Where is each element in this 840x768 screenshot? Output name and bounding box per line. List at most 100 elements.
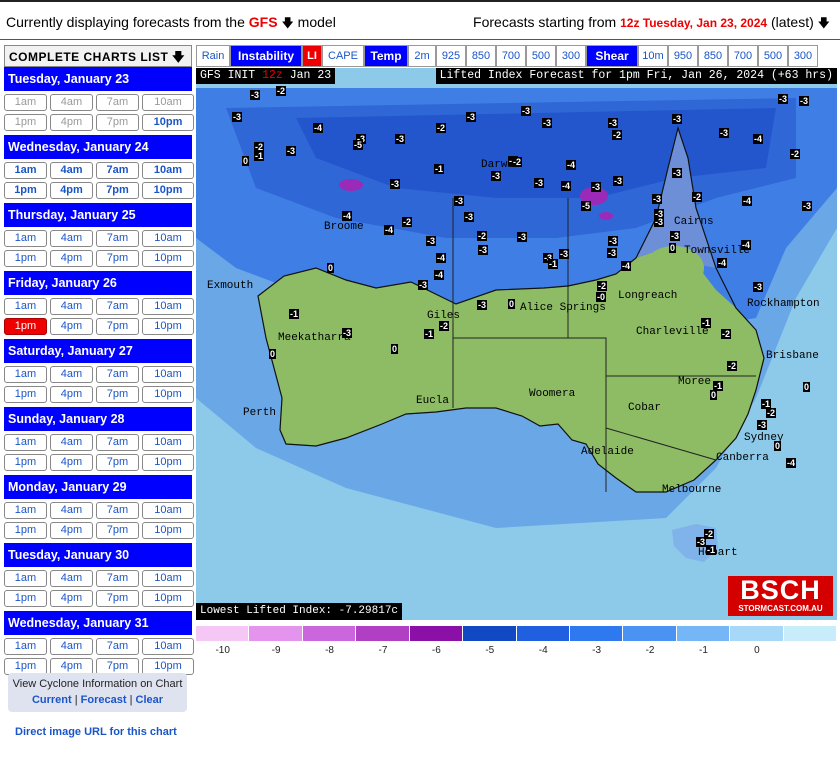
time-slot-button[interactable]: 4pm — [50, 250, 93, 267]
time-slot-button[interactable]: 7pm — [96, 250, 139, 267]
time-slot-button[interactable]: 7am — [96, 366, 139, 383]
time-slot-button[interactable]: 7pm — [96, 590, 139, 607]
time-slot-button[interactable]: 1pm — [4, 522, 47, 539]
tab-2m[interactable]: 2m — [408, 45, 436, 67]
time-slot-button[interactable]: 10pm — [142, 114, 194, 131]
time-slot-button[interactable]: 10pm — [142, 386, 194, 403]
cyclone-clear-link[interactable]: Clear — [136, 694, 164, 706]
time-slot-button[interactable]: 4am — [50, 298, 93, 315]
time-slot-button[interactable]: 10am — [142, 502, 194, 519]
time-slot-button[interactable]: 4am — [50, 434, 93, 451]
tab-925[interactable]: 925 — [436, 45, 466, 67]
tab-700[interactable]: 700 — [728, 45, 758, 67]
tab-700[interactable]: 700 — [496, 45, 526, 67]
time-slot-button[interactable]: 4am — [50, 570, 93, 587]
time-slot-button[interactable]: 10pm — [142, 590, 194, 607]
time-slot-button[interactable]: 4am — [50, 230, 93, 247]
tab-cape[interactable]: CAPE — [322, 45, 364, 67]
time-slot-button[interactable]: 7am — [96, 502, 139, 519]
time-slot-button[interactable]: 10pm — [142, 454, 194, 471]
time-slot-button[interactable]: 1pm — [4, 454, 47, 471]
time-slot-button[interactable]: 10am — [142, 570, 194, 587]
time-slot-button[interactable]: 1pm — [4, 590, 47, 607]
lifted-index-value: -1 — [434, 164, 445, 174]
time-slot-button[interactable]: 1am — [4, 230, 47, 247]
tab-300[interactable]: 300 — [788, 45, 818, 67]
time-slot-button[interactable]: 10am — [142, 298, 194, 315]
arrow-down-icon[interactable]: 🡇 — [281, 16, 293, 30]
time-slot-button[interactable]: 7am — [96, 230, 139, 247]
tab-shear[interactable]: Shear — [586, 45, 638, 67]
time-slot-button[interactable]: 7pm — [96, 454, 139, 471]
arrow-down-icon[interactable]: 🡇 — [818, 16, 830, 30]
time-slot-button[interactable]: 1am — [4, 570, 47, 587]
tab-950[interactable]: 950 — [668, 45, 698, 67]
tab-10m[interactable]: 10m — [638, 45, 668, 67]
time-slot-button[interactable]: 10am — [142, 366, 194, 383]
time-slot-button[interactable]: 10am — [142, 434, 194, 451]
time-slot-button[interactable]: 4pm — [50, 386, 93, 403]
init-date: Jan 23 — [289, 69, 332, 82]
time-slot-button[interactable]: 4pm — [50, 522, 93, 539]
time-slot-button[interactable]: 7am — [96, 570, 139, 587]
run-selector[interactable]: 12z Tuesday, Jan 23, 2024 — [620, 16, 767, 30]
time-slot-button[interactable]: 10pm — [142, 318, 194, 335]
time-slot-button[interactable]: 7am — [96, 638, 139, 655]
lifted-index-value: -3 — [477, 300, 488, 310]
time-slot-button[interactable]: 7pm — [96, 114, 139, 131]
time-slot-button[interactable]: 7am — [96, 434, 139, 451]
time-slot-button[interactable]: 4am — [50, 366, 93, 383]
time-slot-button[interactable]: 7pm — [96, 182, 139, 199]
direct-image-url-link[interactable]: Direct image URL for this chart — [15, 726, 177, 738]
time-slot-button[interactable]: 1am — [4, 366, 47, 383]
time-slot-button[interactable]: 7am — [96, 94, 139, 111]
tab-rain[interactable]: Rain — [196, 45, 230, 67]
tab-instability[interactable]: Instability — [230, 45, 302, 67]
time-slot-button[interactable]: 1am — [4, 298, 47, 315]
time-slot-button[interactable]: 4pm — [50, 182, 93, 199]
tab-temp[interactable]: Temp — [364, 45, 408, 67]
tab-500[interactable]: 500 — [758, 45, 788, 67]
time-slot-button[interactable]: 1pm — [4, 386, 47, 403]
time-slot-button[interactable]: 10pm — [142, 182, 194, 199]
time-slot-button[interactable]: 7pm — [96, 318, 139, 335]
time-slot-button[interactable]: 4pm — [50, 114, 93, 131]
time-slot-button[interactable]: 10pm — [142, 522, 194, 539]
time-slot-button[interactable]: 7am — [96, 298, 139, 315]
time-slot-button[interactable]: 1am — [4, 162, 47, 179]
tab-850[interactable]: 850 — [698, 45, 728, 67]
time-slot-button[interactable]: 7am — [96, 162, 139, 179]
lifted-index-value: -3 — [672, 114, 683, 124]
time-slot-button[interactable]: 1am — [4, 502, 47, 519]
time-slot-button[interactable]: 1am — [4, 434, 47, 451]
cyclone-forecast-link[interactable]: Forecast — [81, 694, 127, 706]
time-slot-button[interactable]: 4pm — [50, 318, 93, 335]
time-slot-button[interactable]: 4am — [50, 638, 93, 655]
time-slot-button[interactable]: 4pm — [50, 454, 93, 471]
time-slot-button[interactable]: 10am — [142, 638, 194, 655]
time-slot-button[interactable]: 10am — [142, 94, 194, 111]
time-slot-button[interactable]: 4pm — [50, 590, 93, 607]
model-suffix: model — [297, 14, 336, 30]
time-slot-button[interactable]: 10pm — [142, 250, 194, 267]
time-slot-button[interactable]: 1pm — [4, 114, 47, 131]
time-slot-button[interactable]: 4am — [50, 162, 93, 179]
model-name[interactable]: GFS — [249, 14, 278, 30]
time-slot-button[interactable]: 1am — [4, 638, 47, 655]
time-slot-button[interactable]: 4am — [50, 502, 93, 519]
time-slot-button[interactable]: 7pm — [96, 522, 139, 539]
time-slot-button[interactable]: 1pm — [4, 250, 47, 267]
tab-500[interactable]: 500 — [526, 45, 556, 67]
tab-300[interactable]: 300 — [556, 45, 586, 67]
time-slot-button[interactable]: 1am — [4, 94, 47, 111]
time-slot-button[interactable]: 4am — [50, 94, 93, 111]
time-slot-button[interactable]: 1pm — [4, 182, 47, 199]
cyclone-current-link[interactable]: Current — [32, 694, 72, 706]
time-slot-button[interactable]: 10am — [142, 230, 194, 247]
tab-li[interactable]: LI — [302, 45, 322, 67]
time-slot-button[interactable]: 1pm — [4, 318, 47, 335]
tab-850[interactable]: 850 — [466, 45, 496, 67]
time-slot-button[interactable]: 10am — [142, 162, 194, 179]
complete-charts-list-button[interactable]: COMPLETE CHARTS LIST 🡇 — [4, 45, 192, 67]
time-slot-button[interactable]: 7pm — [96, 386, 139, 403]
